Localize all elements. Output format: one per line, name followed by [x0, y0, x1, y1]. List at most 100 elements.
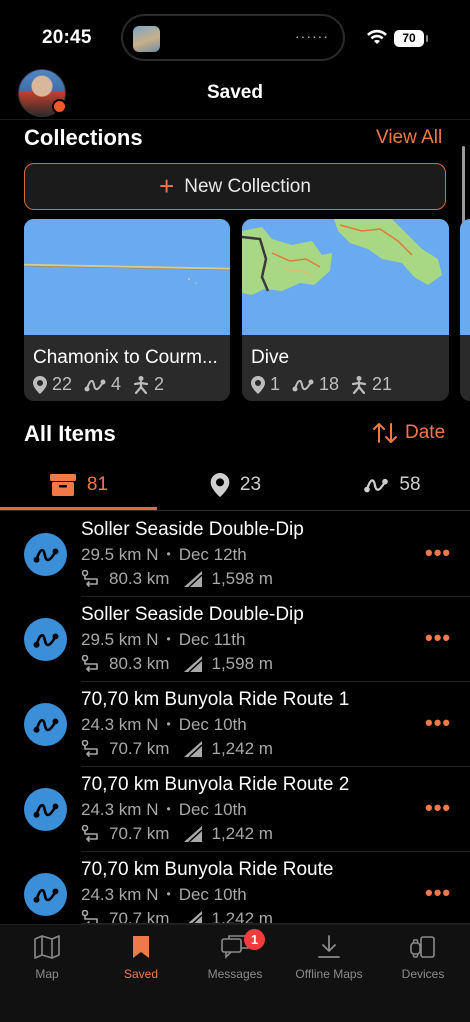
separator-dot: • [166, 887, 171, 901]
item-elevation: 1,242 m [211, 739, 273, 758]
item-location-date: 24.3 km N • Dec 10th [81, 800, 247, 820]
tab-places-count: 23 [239, 474, 262, 495]
page-title: Saved [207, 82, 263, 103]
item-stats: 80.3 km 1,598 m [81, 569, 273, 589]
tab-saved[interactable]: Saved [94, 925, 188, 995]
list-item[interactable]: 70,70 km Bunyola Ride Route 2 24.3 km N •… [0, 767, 470, 852]
tab-all[interactable]: 81 [0, 460, 157, 510]
item-tabs: 81 23 58 [0, 460, 470, 512]
more-options-button[interactable]: ••• [425, 712, 451, 734]
distance-icon [81, 570, 98, 587]
item-location-date: 24.3 km N • Dec 10th [81, 715, 247, 735]
item-date: Dec 10th [178, 800, 247, 819]
item-length: 80.3 km [109, 654, 170, 673]
item-location-date: 29.5 km N • Dec 12th [81, 545, 247, 565]
collection-activities-count: 2 [154, 374, 165, 394]
item-stats: 70.7 km 1,242 m [81, 909, 273, 924]
sort-label: Date [405, 422, 446, 443]
tab-routes-count: 58 [399, 474, 421, 495]
more-options-button[interactable]: ••• [425, 542, 451, 564]
item-location-date: 29.5 km N • Dec 11th [81, 630, 245, 650]
item-title: Soller Seaside Double-Dip [81, 604, 304, 625]
separator-dot: • [166, 717, 171, 731]
collection-card-dive[interactable]: Dive 1 18 21 [242, 219, 449, 401]
item-location-date: 24.3 km N • Dec 10th [81, 885, 247, 905]
dynamic-island[interactable]: ······ [121, 14, 345, 61]
route-icon [24, 703, 67, 746]
all-items-title: All Items [24, 421, 116, 446]
tab-routes[interactable]: 58 [314, 460, 470, 510]
item-distance-away: 24.3 km N [81, 800, 159, 819]
item-date: Dec 11th [178, 630, 246, 649]
tab-map[interactable]: Map [0, 925, 94, 995]
route-icon [84, 379, 106, 391]
item-length: 80.3 km [109, 569, 170, 588]
tab-messages[interactable]: Messages [188, 925, 282, 995]
distance-icon [81, 655, 98, 672]
collection-routes-count: 18 [319, 374, 340, 394]
header-divider [0, 119, 470, 120]
pin-icon [210, 473, 230, 497]
tab-places[interactable]: 23 [157, 460, 314, 510]
collection-card-partial[interactable] [460, 219, 470, 401]
map-icon [34, 935, 60, 959]
list-item[interactable]: Soller Seaside Double-Dip 29.5 km N • Dec … [0, 512, 470, 597]
collection-stats: 22 4 2 [33, 374, 176, 395]
item-title: 70,70 km Bunyola Ride Route [81, 859, 334, 880]
item-elevation: 1,598 m [211, 654, 273, 673]
tab-offline-maps-label: Offline Maps [295, 967, 363, 981]
route-icon [24, 873, 67, 916]
sort-icon [373, 423, 397, 443]
download-icon [318, 935, 340, 958]
item-date: Dec 12th [178, 545, 247, 564]
battery-indicator: 70 [394, 30, 428, 47]
pin-icon [33, 375, 47, 394]
collection-map-thumbnail [460, 219, 470, 335]
tab-offline-maps[interactable]: Offline Maps [282, 925, 376, 995]
route-icon [292, 379, 314, 391]
item-distance-away: 29.5 km N [81, 630, 159, 649]
list-item[interactable]: 70,70 km Bunyola Ride Route 1 24.3 km N •… [0, 682, 470, 767]
more-options-button[interactable]: ••• [425, 882, 451, 904]
new-collection-button[interactable]: + New Collection [24, 163, 446, 210]
collection-name: Dive [251, 347, 290, 368]
now-playing-thumbnail [133, 26, 160, 52]
status-time: 20:45 [42, 27, 92, 48]
view-all-link[interactable]: View All [376, 127, 442, 149]
more-options-button[interactable]: ••• [425, 627, 451, 649]
item-distance-away: 24.3 km N [81, 715, 159, 734]
elevation-icon [184, 826, 203, 843]
scrollbar[interactable] [462, 146, 465, 228]
collection-card-chamonix[interactable]: Chamonix to Courm... 22 4 2 [24, 219, 230, 401]
tab-devices[interactable]: Devices [376, 925, 470, 995]
tab-messages-label: Messages [207, 967, 263, 981]
sort-button[interactable]: Date [373, 422, 445, 444]
activity-icon [133, 375, 149, 394]
bottom-tab-bar: Map Saved Messages 1 Offline Maps Device… [0, 924, 470, 1022]
plus-icon: + [159, 170, 175, 201]
item-length: 70.7 km [109, 824, 170, 843]
item-elevation: 1,598 m [211, 569, 273, 588]
new-collection-label: New Collection [184, 175, 311, 197]
elevation-icon [184, 741, 203, 758]
distance-icon [81, 740, 98, 757]
route-icon [24, 533, 67, 576]
item-title: 70,70 km Bunyola Ride Route 2 [81, 774, 350, 795]
collection-name: Chamonix to Courm... [33, 347, 218, 368]
list-item[interactable]: 70,70 km Bunyola Ride Route 24.3 km N • De… [0, 852, 470, 924]
route-icon [24, 618, 67, 661]
item-length: 70.7 km [109, 909, 170, 924]
elevation-icon [187, 911, 203, 924]
elevation-icon [184, 656, 203, 673]
item-distance-away: 24.3 km N [81, 885, 159, 904]
tab-map-label: Map [35, 967, 59, 981]
more-options-button[interactable]: ••• [425, 797, 451, 819]
item-stats: 70.7 km 1,242 m [81, 739, 273, 759]
distance-icon [81, 910, 98, 924]
item-length: 70.7 km [109, 739, 170, 758]
route-icon [364, 478, 389, 493]
tab-devices-label: Devices [401, 967, 445, 981]
bookmark-icon [133, 936, 149, 958]
item-stats: 70.7 km 1,242 m [81, 824, 273, 844]
list-item[interactable]: Soller Seaside Double-Dip 29.5 km N • Dec … [0, 597, 470, 682]
